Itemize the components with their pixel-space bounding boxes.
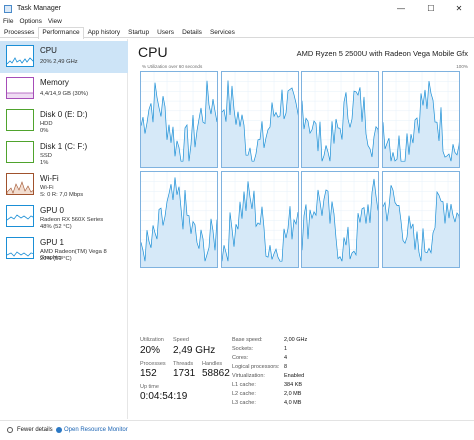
handles-label: Handles xyxy=(202,361,223,367)
gpu1-mini-graph xyxy=(6,237,34,259)
utilization-label: Utilization xyxy=(140,337,164,343)
sockets-label: Sockets: xyxy=(232,346,254,352)
sidebar-disk0-type: HDD xyxy=(40,121,53,127)
fewer-details-link[interactable]: Fewer details xyxy=(17,427,53,433)
memory-mini-graph xyxy=(6,77,34,99)
logical-processor-graph xyxy=(381,171,460,268)
menu-options[interactable]: Options xyxy=(16,17,44,27)
sidebar-item-disk1[interactable]: Disk 1 (C: F:) SSD 1% xyxy=(0,137,128,169)
virtualization-label: Virtualization: xyxy=(232,373,265,379)
sidebar-disk1-usage: 1% xyxy=(40,160,49,166)
l1-cache-value: 384 KB xyxy=(284,382,303,388)
resource-sidebar: CPU 20% 2,49 GHz Memory 4,4/14,9 GB (30%… xyxy=(0,39,128,419)
sidebar-wifi-adapter: Wi-Fi xyxy=(40,185,54,191)
sidebar-item-gpu0[interactable]: GPU 0 Radeon RX 560X Series 48% (52 °C) xyxy=(0,201,128,233)
uptime-value: 0:04:54:19 xyxy=(140,391,188,402)
speed-label: Speed xyxy=(173,337,189,343)
uptime-label: Up time xyxy=(140,384,159,390)
sidebar-memory-detail: 4,4/14,9 GB (30%) xyxy=(40,91,89,97)
logical-processor-graph xyxy=(301,71,379,168)
sidebar-gpu0-name: GPU 0 xyxy=(40,206,65,215)
logical-processor-graph xyxy=(220,71,299,168)
sidebar-item-memory[interactable]: Memory 4,4/14,9 GB (30%) xyxy=(0,73,128,105)
footer-bar: Fewer details Open Resource Monitor xyxy=(0,420,474,440)
tab-processes[interactable]: Processes xyxy=(0,27,38,37)
sidebar-item-gpu1[interactable]: GPU 1 AMD Radeon(TM) Vega 8 Graphics 20%… xyxy=(0,233,128,265)
sidebar-memory-name: Memory xyxy=(40,78,69,87)
sidebar-cpu-detail: 20% 2,49 GHz xyxy=(40,59,78,65)
sidebar-disk0-name: Disk 0 (E: D:) xyxy=(40,110,88,119)
threads-value: 1731 xyxy=(173,368,196,379)
base-speed-label: Base speed: xyxy=(232,337,263,343)
tab-performance[interactable]: Performance xyxy=(38,27,84,39)
logical-processor-graph xyxy=(381,71,460,168)
cores-value: 4 xyxy=(284,355,288,361)
tab-startup[interactable]: Startup xyxy=(124,27,153,37)
sidebar-disk0-usage: 0% xyxy=(40,128,49,134)
logical-processors-label: Logical processors: xyxy=(232,364,280,370)
graph-max-label: 100% xyxy=(456,64,468,69)
minimize-button[interactable]: — xyxy=(386,0,416,17)
sidebar-item-cpu[interactable]: CPU 20% 2,49 GHz xyxy=(0,41,128,73)
sidebar-gpu0-model: Radeon RX 560X Series xyxy=(40,217,104,223)
l2-cache-value: 2,0 MB xyxy=(284,391,302,397)
cores-label: Cores: xyxy=(232,355,249,361)
handles-value: 58862 xyxy=(202,368,230,379)
sidebar-item-wifi[interactable]: Wi-Fi Wi-Fi S: 0 R: 7,0 Mbps xyxy=(0,169,128,201)
sidebar-wifi-name: Wi-Fi xyxy=(40,174,59,183)
menu-file[interactable]: File xyxy=(0,17,16,27)
tab-app-history[interactable]: App history xyxy=(84,27,125,37)
threads-label: Threads xyxy=(173,361,194,367)
sidebar-wifi-throughput: S: 0 R: 7,0 Mbps xyxy=(40,192,84,198)
logical-processor-graph xyxy=(140,171,218,268)
sidebar-gpu1-usage: 20% (51 °C) xyxy=(40,256,72,262)
tab-details[interactable]: Details xyxy=(178,27,206,37)
sidebar-item-disk0[interactable]: Disk 0 (E: D:) HDD 0% xyxy=(0,105,128,137)
sidebar-disk1-name: Disk 1 (C: F:) xyxy=(40,142,88,151)
logical-processor-graph xyxy=(301,171,379,268)
tab-services[interactable]: Services xyxy=(206,27,239,37)
graph-caption: % Utilization over 60 seconds xyxy=(142,64,203,69)
utilization-value: 20% xyxy=(140,345,161,356)
cpu-model-name: AMD Ryzen 5 2500U with Radeon Vega Mobil… xyxy=(296,49,468,58)
processes-label: Processes xyxy=(140,361,166,367)
speed-value: 2,49 GHz xyxy=(173,345,216,356)
disk0-mini-graph xyxy=(6,109,34,131)
logical-processor-graph xyxy=(220,171,299,268)
task-manager-icon xyxy=(4,4,12,13)
menu-bar: File Options View xyxy=(0,17,65,27)
open-resource-monitor-link[interactable]: Open Resource Monitor xyxy=(64,427,128,433)
l2-cache-label: L2 cache: xyxy=(232,391,256,397)
virtualization-value: Enabled xyxy=(284,373,305,379)
page-title: CPU xyxy=(138,44,168,60)
chevron-up-icon xyxy=(7,427,13,433)
menu-view[interactable]: View xyxy=(45,17,65,27)
disk1-mini-graph xyxy=(6,141,34,163)
resource-monitor-icon xyxy=(56,427,62,433)
processes-value: 152 xyxy=(140,368,157,379)
cpu-mini-graph xyxy=(6,45,34,67)
close-button[interactable]: ✕ xyxy=(444,0,474,17)
tab-strip: Processes Performance App history Startu… xyxy=(0,27,474,39)
sockets-value: 1 xyxy=(284,346,288,352)
gpu0-mini-graph xyxy=(6,205,34,227)
sidebar-gpu1-name: GPU 1 xyxy=(40,238,65,247)
maximize-button[interactable]: ☐ xyxy=(416,0,446,17)
l1-cache-label: L1 cache: xyxy=(232,382,256,388)
logical-processors-value: 8 xyxy=(284,364,288,370)
sidebar-gpu0-usage: 48% (52 °C) xyxy=(40,224,72,230)
l3-cache-label: L3 cache: xyxy=(232,400,256,406)
window-title: Task Manager xyxy=(17,5,61,12)
tab-users[interactable]: Users xyxy=(153,27,178,37)
logical-processor-graph xyxy=(140,71,218,168)
wifi-mini-graph xyxy=(6,173,34,195)
sidebar-cpu-name: CPU xyxy=(40,46,57,55)
base-speed-value: 2,00 GHz xyxy=(284,337,308,343)
l3-cache-value: 4,0 MB xyxy=(284,400,302,406)
sidebar-disk1-type: SSD xyxy=(40,153,52,159)
